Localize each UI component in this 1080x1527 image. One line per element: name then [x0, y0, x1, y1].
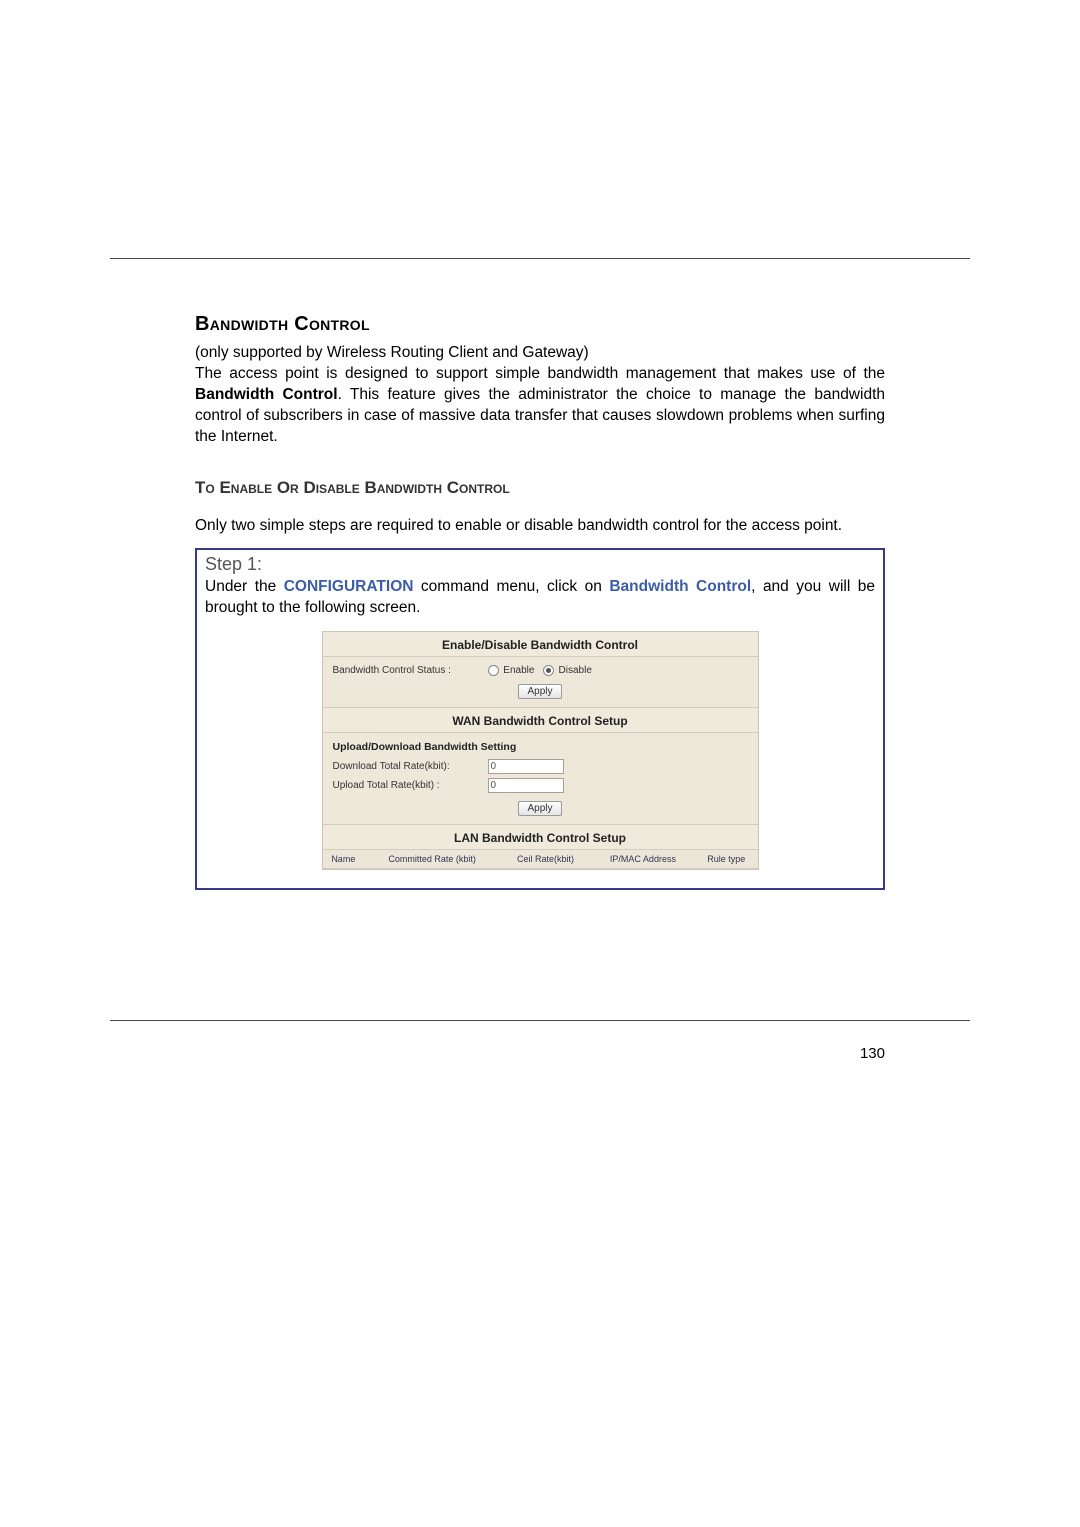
wan-setup-panel: Upload/Download Bandwidth Setting Downlo… — [323, 732, 758, 825]
embedded-ui-screenshot: Enable/Disable Bandwidth Control Bandwid… — [322, 631, 759, 870]
enable-radio[interactable] — [488, 665, 499, 676]
wan-setup-heading: WAN Bandwidth Control Setup — [323, 708, 758, 732]
lan-table-wrapper: Name Committed Rate (kbit) Ceil Rate(kbi… — [323, 849, 758, 869]
lan-table-header-row: Name Committed Rate (kbit) Ceil Rate(kbi… — [323, 849, 758, 868]
download-rate-label: Download Total Rate(kbit): — [333, 761, 488, 772]
top-rule — [110, 258, 970, 259]
subsection-title: To Enable Or Disable Bandwidth Control — [195, 478, 885, 498]
lan-col-ceil-rate: Ceil Rate(kbit) — [500, 849, 591, 868]
apply-button-1[interactable]: Apply — [518, 684, 561, 699]
intro-pre: The access point is designed to support … — [195, 365, 885, 382]
enable-radio-label: Enable — [503, 665, 534, 676]
enable-disable-panel: Bandwidth Control Status : Enable Disabl… — [323, 656, 758, 708]
bandwidth-control-link: Bandwidth Control — [609, 578, 751, 595]
step-body: Under the CONFIGURATION command menu, cl… — [205, 577, 875, 619]
section-title: Bandwidth Control — [195, 313, 885, 336]
page-number: 130 — [860, 1045, 885, 1062]
apply-button-2[interactable]: Apply — [518, 801, 561, 816]
upload-download-subheading: Upload/Download Bandwidth Setting — [333, 739, 748, 757]
step-body-mid: command menu, click on — [413, 578, 609, 595]
bottom-rule — [110, 1020, 970, 1021]
support-note: (only supported by Wireless Routing Clie… — [195, 344, 885, 362]
upload-rate-input[interactable]: 0 — [488, 778, 564, 793]
document-content: Bandwidth Control (only supported by Wir… — [195, 313, 885, 890]
configuration-keyword: CONFIGURATION — [284, 578, 414, 595]
step-body-pre: Under the — [205, 578, 284, 595]
subsection-intro: Only two simple steps are required to en… — [195, 516, 885, 536]
step-box: Step 1: Under the CONFIGURATION command … — [195, 548, 885, 890]
enable-disable-heading: Enable/Disable Bandwidth Control — [323, 632, 758, 656]
lan-col-name: Name — [323, 849, 365, 868]
lan-col-committed-rate: Committed Rate (kbit) — [364, 849, 500, 868]
status-radio-group: Enable Disable — [488, 665, 748, 676]
lan-rules-table: Name Committed Rate (kbit) Ceil Rate(kbi… — [323, 849, 758, 869]
status-row: Bandwidth Control Status : Enable Disabl… — [333, 663, 748, 678]
upload-rate-row: Upload Total Rate(kbit) : 0 — [333, 776, 748, 795]
status-label: Bandwidth Control Status : — [333, 665, 488, 676]
download-rate-row: Download Total Rate(kbit): 0 — [333, 757, 748, 776]
disable-radio[interactable] — [543, 665, 554, 676]
lan-col-ruletype: Rule type — [695, 849, 758, 868]
intro-paragraph: The access point is designed to support … — [195, 364, 885, 448]
lan-setup-heading: LAN Bandwidth Control Setup — [323, 825, 758, 849]
download-rate-input[interactable]: 0 — [488, 759, 564, 774]
disable-radio-label: Disable — [559, 665, 592, 676]
step-title: Step 1: — [205, 554, 875, 575]
upload-rate-label: Upload Total Rate(kbit) : — [333, 780, 488, 791]
lan-col-ipmac: IP/MAC Address — [591, 849, 695, 868]
intro-bold: Bandwidth Control — [195, 386, 338, 403]
